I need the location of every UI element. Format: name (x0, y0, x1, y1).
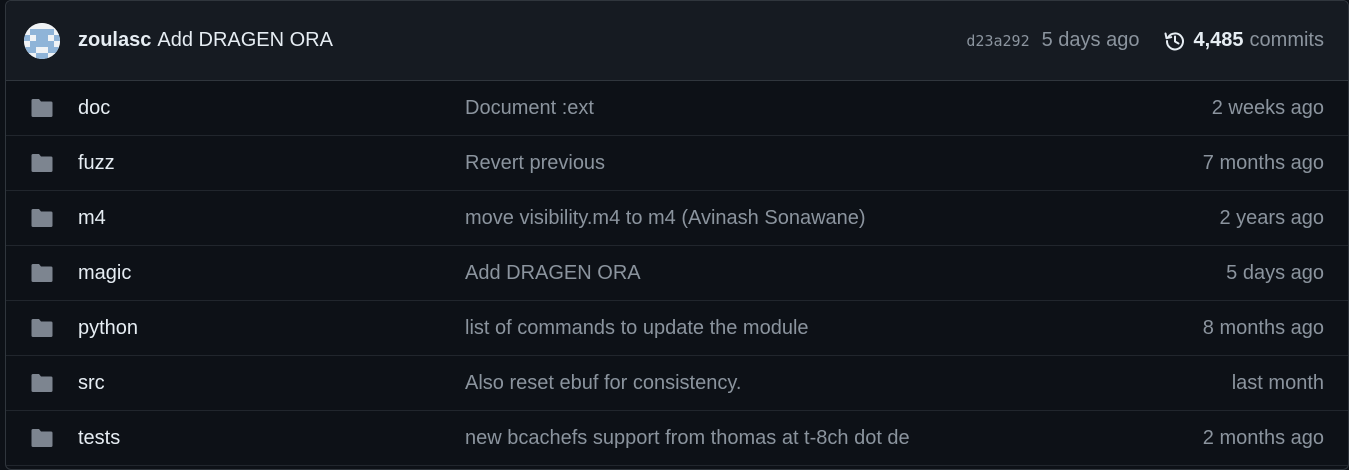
file-commit-age: 2 years ago (1219, 206, 1324, 229)
folder-icon (31, 429, 53, 447)
file-name-link[interactable]: src (78, 372, 105, 395)
commit-message-link[interactable]: Add DRAGEN ORA (157, 29, 333, 52)
folder-icon (31, 99, 53, 117)
file-name-link[interactable]: python (78, 317, 138, 340)
file-commit-message-link[interactable]: Document :ext (465, 97, 594, 120)
latest-commit-bar: zoulasc Add DRAGEN ORA d23a292 5 days ag… (6, 1, 1348, 81)
history-icon (1164, 32, 1185, 50)
file-row[interactable]: tests new bcachefs support from thomas a… (6, 411, 1348, 466)
commit-time: 5 days ago (1041, 29, 1140, 51)
file-commit-message-link[interactable]: Also reset ebuf for consistency. (465, 372, 741, 395)
commit-count: 4,485 (1193, 29, 1244, 51)
file-row[interactable]: fuzz Revert previous 7 months ago (6, 136, 1348, 191)
file-name-link[interactable]: doc (78, 97, 110, 120)
commit-sha-link[interactable]: d23a292 (966, 32, 1029, 50)
file-row[interactable]: doc Document :ext 2 weeks ago (6, 81, 1348, 136)
file-commit-message-link[interactable]: list of commands to update the module (465, 317, 809, 340)
folder-icon (31, 374, 53, 392)
folder-icon (31, 209, 53, 227)
folder-icon (31, 264, 53, 282)
file-name-link[interactable]: tests (78, 427, 120, 450)
file-name-link[interactable]: m4 (78, 207, 106, 230)
commit-author-link[interactable]: zoulasc (78, 29, 151, 52)
avatar[interactable] (24, 22, 60, 59)
file-commit-message-link[interactable]: move visibility.m4 to m4 (Avinash Sonawa… (465, 207, 866, 230)
file-name-link[interactable]: fuzz (78, 152, 115, 175)
file-commit-message-link[interactable]: new bcachefs support from thomas at t-8c… (465, 427, 910, 450)
file-commit-message-link[interactable]: Add DRAGEN ORA (465, 262, 641, 285)
commits-history-link[interactable]: 4,485 commits (1163, 29, 1324, 53)
file-commit-age: last month (1231, 371, 1324, 394)
file-commit-age: 7 months ago (1202, 151, 1324, 174)
file-row[interactable]: src Also reset ebuf for consistency. las… (6, 356, 1348, 411)
file-row[interactable]: magic Add DRAGEN ORA 5 days ago (6, 246, 1348, 301)
commit-label: commits (1249, 29, 1324, 51)
file-name-link[interactable]: magic (78, 262, 131, 285)
file-row[interactable]: m4 move visibility.m4 to m4 (Avinash Son… (6, 191, 1348, 246)
file-rows: doc Document :ext 2 weeks ago fuzz Rever… (6, 81, 1348, 466)
folder-icon (31, 319, 53, 337)
file-list-box: zoulasc Add DRAGEN ORA d23a292 5 days ag… (5, 0, 1349, 470)
file-commit-age: 2 months ago (1202, 426, 1324, 449)
file-commit-age: 2 weeks ago (1211, 96, 1324, 119)
file-commit-age: 5 days ago (1226, 261, 1324, 284)
folder-icon (31, 154, 53, 172)
file-commit-message-link[interactable]: Revert previous (465, 152, 605, 175)
file-commit-age: 8 months ago (1202, 316, 1324, 339)
file-row[interactable]: python list of commands to update the mo… (6, 301, 1348, 356)
